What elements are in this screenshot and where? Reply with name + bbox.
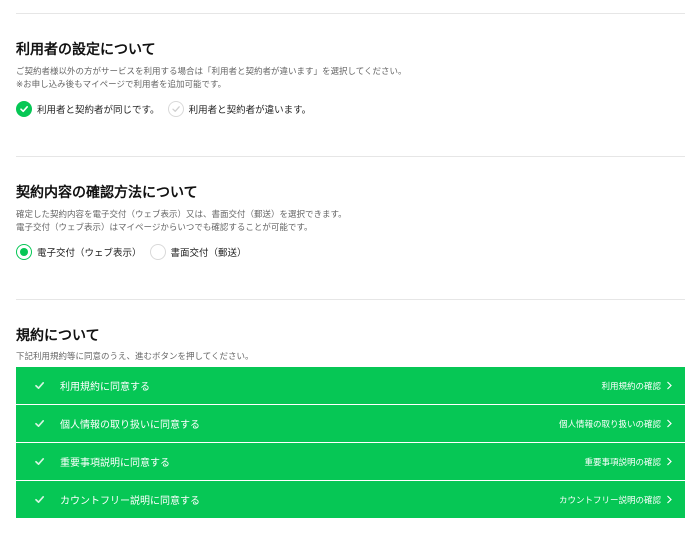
chevron-right-icon [667, 381, 672, 390]
top-divider [16, 13, 685, 14]
chevron-right-icon [667, 419, 672, 428]
option-label: 電子交付（ウェブ表示） [37, 248, 142, 259]
check-icon [16, 101, 32, 117]
check-icon [32, 455, 46, 469]
option-label: 利用者と契約者が同じです。 [37, 105, 160, 116]
radio-empty-icon [149, 244, 166, 260]
section-description: 確定した契約内容を電子交付（ウェブ表示）又は、書面交付（郵送）を選択できます。 [16, 210, 347, 220]
section-description: 下記利用規約等に同意のうえ、進むボタンを押してください。 [16, 352, 254, 362]
term-row-important-matters[interactable]: 重要事項説明に同意する 重要事項説明の確認 [16, 443, 685, 481]
term-agree-label: カウントフリー説明に同意する [60, 496, 200, 507]
option-user-same[interactable]: 利用者と契約者が同じです。 [16, 101, 160, 117]
term-confirm-link[interactable]: 重要事項説明の確認 [584, 456, 673, 468]
chevron-right-icon [667, 457, 672, 466]
section-divider [16, 299, 685, 300]
option-user-different[interactable]: 利用者と契約者が違います。 [167, 101, 312, 117]
term-link-label: 重要事項説明の確認 [584, 457, 661, 468]
term-row-terms-of-use[interactable]: 利用規約に同意する 利用規約の確認 [16, 367, 685, 405]
section-description: ご契約者様以外の方がサービスを利用する場合は「利用者と契約者が違います」を選択し… [16, 67, 407, 77]
term-agree-label: 重要事項説明に同意する [60, 458, 170, 469]
term-row-privacy[interactable]: 個人情報の取り扱いに同意する 個人情報の取り扱いの確認 [16, 405, 685, 443]
check-icon [32, 493, 46, 507]
radio-selected-icon [16, 244, 32, 260]
term-link-label: カウントフリー説明の確認 [558, 495, 661, 506]
term-agree-label: 利用規約に同意する [60, 382, 150, 393]
chevron-right-icon [667, 495, 672, 504]
confirm-option-group: 電子交付（ウェブ表示） 書面交付（郵送） [16, 242, 685, 262]
option-label: 利用者と契約者が違います。 [188, 105, 312, 116]
check-icon [32, 379, 46, 393]
section-note: ※お申し込み後もマイページで利用者を追加可能です。 [16, 80, 227, 90]
user-option-group: 利用者と契約者が同じです。 利用者と契約者が違います。 [16, 99, 685, 119]
term-link-label: 利用規約の確認 [601, 381, 661, 392]
option-electronic[interactable]: 電子交付（ウェブ表示） [16, 244, 142, 260]
term-confirm-link[interactable]: カウントフリー説明の確認 [559, 494, 673, 506]
term-agree-label: 個人情報の取り扱いに同意する [60, 420, 200, 431]
term-row-count-free[interactable]: カウントフリー説明に同意する カウントフリー説明の確認 [16, 481, 685, 518]
terms-list: 利用規約に同意する 利用規約の確認 個人情報の取り扱いに同意する 個人情報の取り… [16, 367, 685, 518]
option-label: 書面交付（郵送） [170, 248, 247, 259]
term-confirm-link[interactable]: 個人情報の取り扱いの確認 [559, 418, 673, 430]
user-settings-section: 利用者の設定について ご契約者様以外の方がサービスを利用する場合は「利用者と契約… [16, 40, 685, 119]
check-icon [167, 101, 184, 117]
section-note: 電子交付（ウェブ表示）はマイページからいつでも確認することが可能です。 [16, 223, 313, 233]
section-divider [16, 156, 685, 157]
section-title: 規約について [16, 328, 100, 344]
section-title: 契約内容の確認方法について [16, 185, 198, 201]
term-confirm-link[interactable]: 利用規約の確認 [601, 380, 673, 392]
option-paper[interactable]: 書面交付（郵送） [149, 244, 247, 260]
section-title: 利用者の設定について [16, 42, 156, 58]
contract-confirm-section: 契約内容の確認方法について 確定した契約内容を電子交付（ウェブ表示）又は、書面交… [16, 183, 685, 262]
check-icon [32, 417, 46, 431]
terms-section: 規約について 下記利用規約等に同意のうえ、進むボタンを押してください。 [16, 326, 685, 364]
term-link-label: 個人情報の取り扱いの確認 [558, 419, 661, 430]
